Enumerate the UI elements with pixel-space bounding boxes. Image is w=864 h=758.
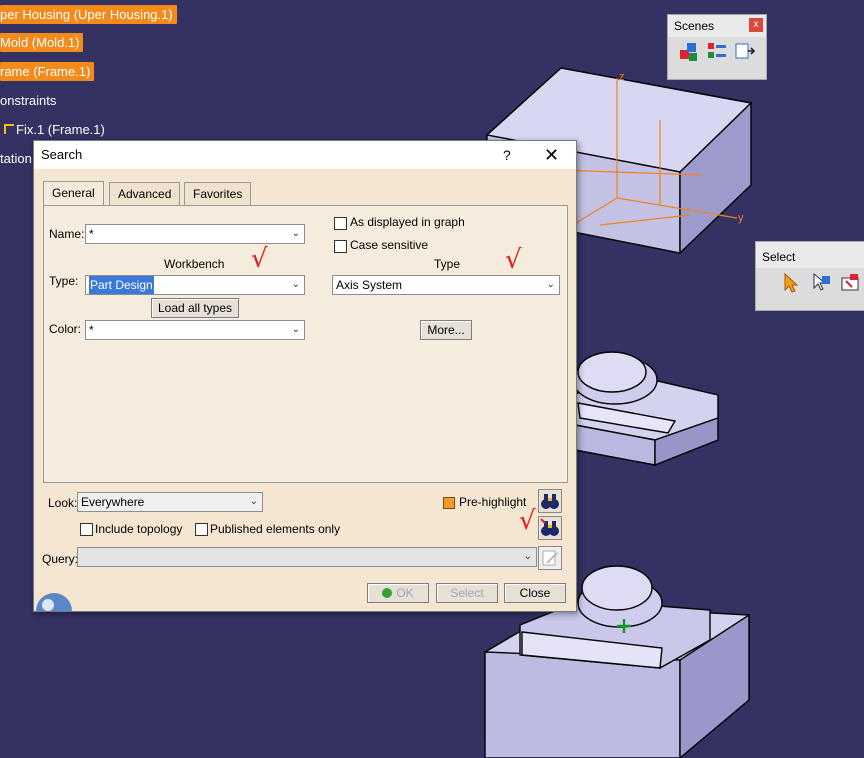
tree-item-constraints[interactable]: onstraints [0,91,56,110]
general-panel: Name: * ⌄ Workbench Type: Part Design ⌄ … [43,205,568,483]
dialog-title-bar[interactable]: Search ? ✕ [34,141,576,169]
annotation-check-mark: √ [251,244,268,274]
tree-item-upper-housing[interactable]: per Housing (Uper Housing.1) [0,5,177,24]
type-label: Type: [49,274,79,288]
scene-manage-icon[interactable] [706,41,728,63]
query-field[interactable]: ⌄ [77,547,537,567]
color-value: * [89,323,94,337]
pre-highlight-checkbox[interactable] [443,497,455,509]
tree-item-label: tation [0,151,32,166]
help-button[interactable]: ? [503,141,511,169]
tree-item-fix[interactable]: Fix.1 (Frame.1) [0,120,105,139]
as-displayed-checkbox[interactable] [334,217,347,230]
tree-item-label: onstraints [0,93,57,108]
workbench-select[interactable]: Part Design ⌄ [85,275,305,295]
scene-apply-icon[interactable] [734,41,756,63]
query-label: Query: [42,552,79,566]
ok-status-icon [382,588,393,598]
type-value: Axis System [336,278,403,292]
workbench-header: Workbench [164,257,225,271]
tree-item-label: rame (Frame.1) [0,64,91,79]
tree-item-label: Mold (Mold.1) [0,35,80,50]
chevron-down-icon[interactable]: ⌄ [292,321,300,339]
scenes-toolbar-icons [668,37,766,67]
close-icon[interactable]: ✕ [544,141,559,169]
look-value: Everywhere [81,495,145,509]
fix-icon [4,124,14,134]
dialog-body: General Advanced Favorites Name: * ⌄ Wor… [34,169,576,611]
chevron-down-icon[interactable]: ⌄ [292,276,300,294]
annotation-check-mark: √ [519,506,536,536]
select-filter-icon[interactable] [810,272,832,294]
as-displayed-label: As displayed in graph [350,215,465,229]
mold-part[interactable] [572,351,719,467]
scenes-toolbar[interactable]: Scenes x [667,14,767,80]
type-select[interactable]: Axis System ⌄ [332,275,560,295]
tree-item-label: per Housing (Uper Housing.1) [0,7,173,22]
close-button[interactable]: Close [504,583,566,603]
tab-advanced[interactable]: Advanced [109,182,181,205]
published-only-label: Published elements only [210,522,341,536]
more-button[interactable]: More... [420,320,472,340]
query-edit-icon[interactable] [538,546,562,570]
ok-label: OK [396,586,414,600]
select-toolbar[interactable]: Select [755,241,864,311]
color-label: Color: [49,322,82,336]
pre-highlight-label: Pre-highlight [459,495,527,509]
tab-favorites[interactable]: Favorites [184,182,252,205]
tree-item-annotation[interactable]: tation [0,149,32,168]
chevron-down-icon[interactable]: ⌄ [292,225,300,243]
y-axis-label: y [738,212,744,224]
select-toolbar-title: Select [756,242,864,268]
look-select[interactable]: Everywhere ⌄ [77,492,263,512]
globe-icon [34,589,74,611]
chevron-down-icon[interactable]: ⌄ [547,276,555,294]
workbench-value: Part Design [89,276,154,294]
case-sensitive-label: Case sensitive [350,238,429,252]
published-only-checkbox[interactable] [195,523,208,536]
tree-item-label: Fix.1 (Frame.1) [16,122,105,137]
name-label: Name: [49,227,85,241]
search-binoculars-icon[interactable] [538,489,562,513]
name-field[interactable]: * ⌄ [85,224,305,244]
type-header: Type [434,257,461,271]
search-dialog: Search ? ✕ General Advanced Favorites Na… [33,140,577,612]
tree-item-mold[interactable]: Mold (Mold.1) [0,33,84,52]
select-trap-icon[interactable] [840,272,862,294]
tab-general[interactable]: General [43,181,104,206]
include-topology-label: Include topology [95,522,183,536]
dialog-title: Search [41,147,83,162]
scene-create-icon[interactable] [678,41,700,63]
ok-button[interactable]: OK [367,583,429,603]
include-topology-checkbox[interactable] [80,523,93,536]
color-select[interactable]: * ⌄ [85,320,305,340]
select-arrow-icon[interactable] [780,272,802,294]
select-button[interactable]: Select [436,583,498,603]
search-select-binoculars-icon[interactable] [538,516,562,540]
scenes-toolbar-close-button[interactable]: x [749,18,763,32]
z-axis-label: z [619,71,625,83]
chevron-down-icon[interactable]: ⌄ [524,548,532,566]
look-label: Look: [48,496,78,510]
tree-item-frame[interactable]: rame (Frame.1) [0,62,95,81]
select-toolbar-icons [756,268,864,298]
name-value: * [89,227,94,241]
case-sensitive-checkbox[interactable] [334,240,347,253]
annotation-check-mark: √ [505,245,522,275]
chevron-down-icon[interactable]: ⌄ [250,493,258,511]
load-all-types-button[interactable]: Load all types [151,298,239,318]
